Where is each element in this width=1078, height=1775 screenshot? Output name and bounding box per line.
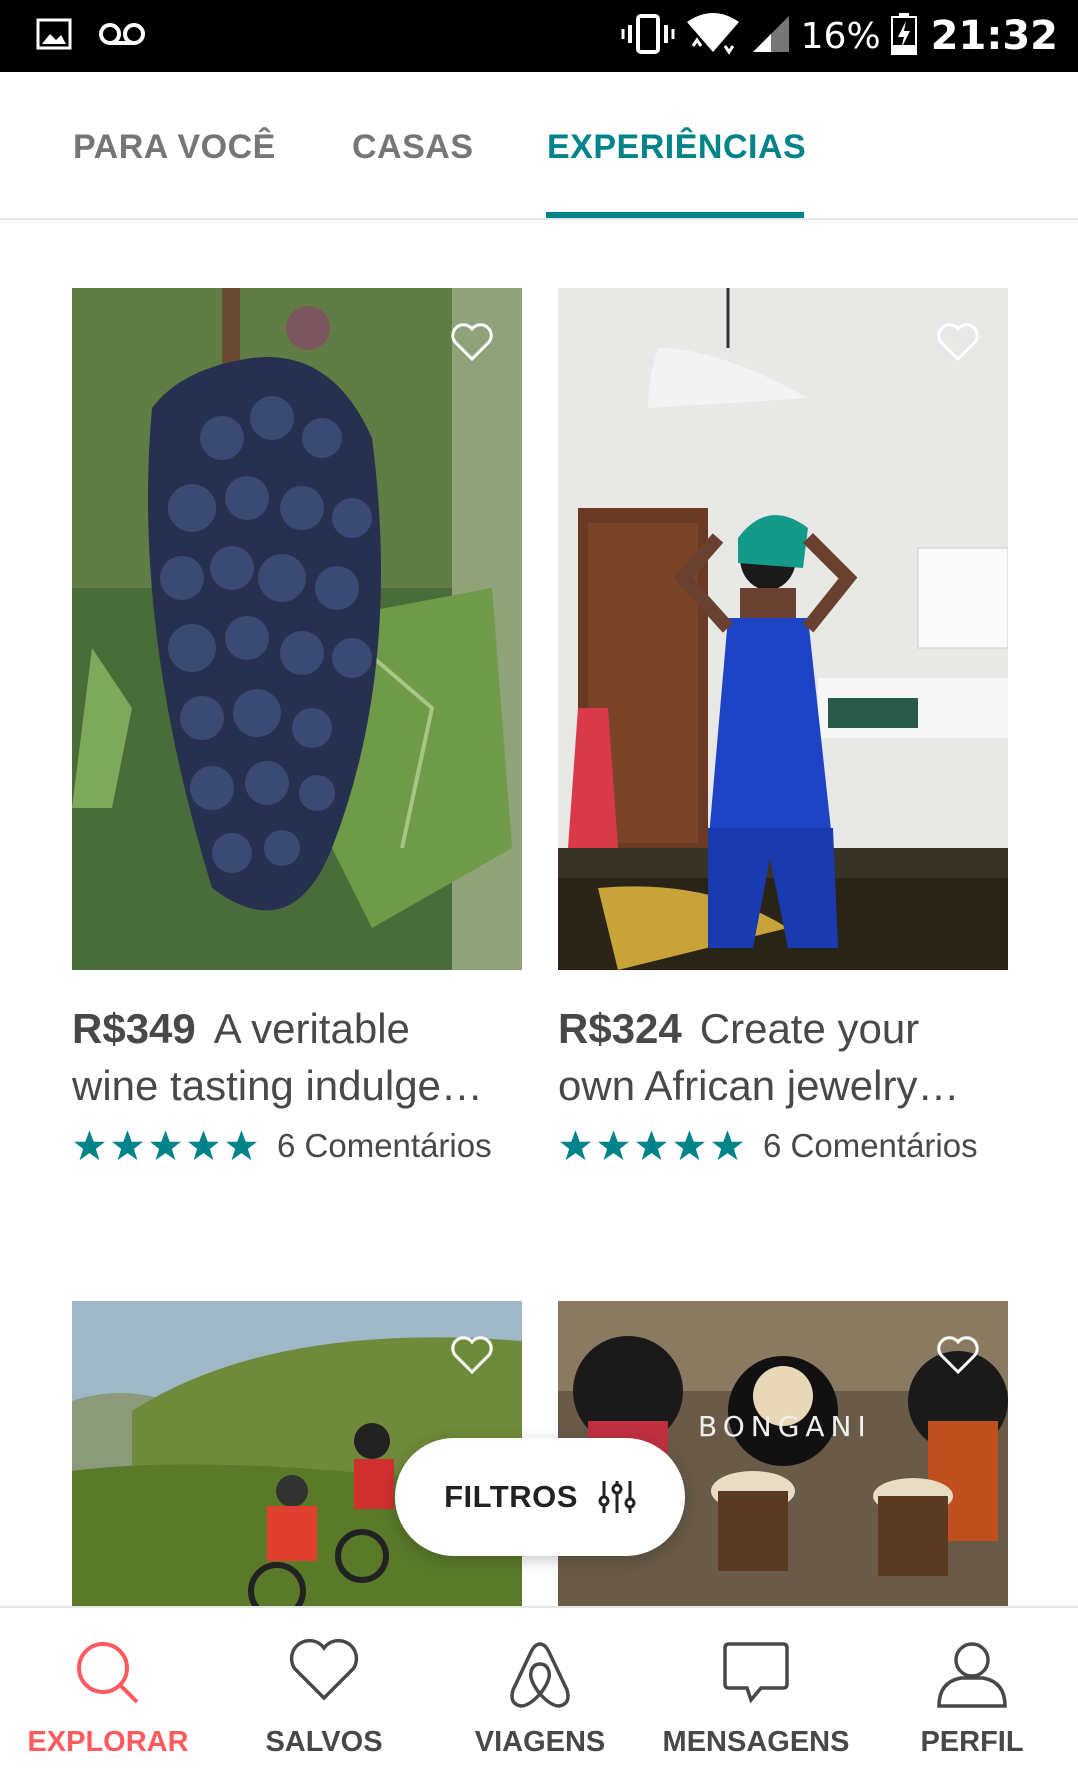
nav-mensagens[interactable]: MENSAGENS xyxy=(648,1608,864,1775)
star-icon xyxy=(149,1130,182,1161)
listing-rating: 6 Comentários xyxy=(558,1126,1008,1166)
listing-card-wine[interactable]: R$349 A veritable wine tasting indulge… 6… xyxy=(72,288,522,1166)
bottom-navigation: EXPLORAR SALVOS VIAGENS MENSAGENS PERFIL xyxy=(0,1606,1078,1775)
battery-percent: 16% xyxy=(800,15,881,57)
star-icon xyxy=(73,1130,106,1161)
active-tab-indicator xyxy=(546,212,804,218)
listing-card-jewelry[interactable]: R$324 Create your own African jewelry… 6 … xyxy=(558,288,1008,1166)
explore-tabs: PARA VOCÊ CASAS EXPERIÊNCIAS xyxy=(0,72,1078,220)
listing-price: R$349 xyxy=(72,1005,196,1052)
chat-bubble-icon xyxy=(723,1642,789,1704)
star-icon xyxy=(597,1130,630,1161)
jewelry-studio-photo[interactable] xyxy=(558,288,1008,970)
sliders-icon xyxy=(598,1481,636,1513)
listing-title[interactable]: R$324 Create your own African jewelry… xyxy=(558,1000,1008,1114)
wifi-icon xyxy=(685,12,741,61)
status-bar: 16% 21:32 xyxy=(0,0,1078,72)
save-heart-icon[interactable] xyxy=(450,1335,494,1375)
nav-perfil[interactable]: PERFIL xyxy=(864,1608,1078,1775)
nav-explorar[interactable]: EXPLORAR xyxy=(0,1608,216,1775)
airbnb-logo-icon xyxy=(510,1642,570,1708)
save-heart-icon[interactable] xyxy=(450,322,494,362)
filters-button[interactable]: FILTROS xyxy=(395,1438,685,1556)
clock: 21:32 xyxy=(930,13,1058,59)
star-icon xyxy=(225,1130,258,1161)
star-icon xyxy=(559,1130,592,1161)
save-heart-icon[interactable] xyxy=(936,1335,980,1375)
star-icon xyxy=(711,1130,744,1161)
tab-para-voce[interactable]: PARA VOCÊ xyxy=(73,128,276,167)
listing-rating: 6 Comentários xyxy=(72,1126,522,1166)
tab-experiencias[interactable]: EXPERIÊNCIAS xyxy=(547,128,806,167)
save-heart-icon[interactable] xyxy=(936,322,980,362)
star-icon xyxy=(673,1130,706,1161)
grapes-photo[interactable] xyxy=(72,288,522,970)
nav-viagens[interactable]: VIAGENS xyxy=(432,1608,648,1775)
tab-casas[interactable]: CASAS xyxy=(352,128,474,167)
cell-signal-icon xyxy=(751,14,791,59)
nav-salvos[interactable]: SALVOS xyxy=(216,1608,432,1775)
battery-charging-icon xyxy=(890,12,917,60)
star-rating xyxy=(558,1129,745,1163)
star-icon xyxy=(635,1130,668,1161)
person-icon xyxy=(937,1642,1007,1708)
listing-price: R$324 xyxy=(558,1005,682,1052)
heart-icon xyxy=(289,1638,359,1701)
voicemail-icon xyxy=(98,20,146,53)
bongani-sign: BONGANI xyxy=(698,1410,872,1443)
review-count: 6 Comentários xyxy=(763,1127,978,1164)
review-count: 6 Comentários xyxy=(277,1127,492,1164)
gallery-icon xyxy=(36,18,72,55)
filters-label: FILTROS xyxy=(444,1479,578,1514)
search-icon xyxy=(77,1642,139,1704)
star-icon xyxy=(111,1130,144,1161)
vibrate-icon xyxy=(621,13,675,60)
star-rating xyxy=(72,1129,259,1163)
star-icon xyxy=(187,1130,220,1161)
listing-title[interactable]: R$349 A veritable wine tasting indulge… xyxy=(72,1000,522,1114)
